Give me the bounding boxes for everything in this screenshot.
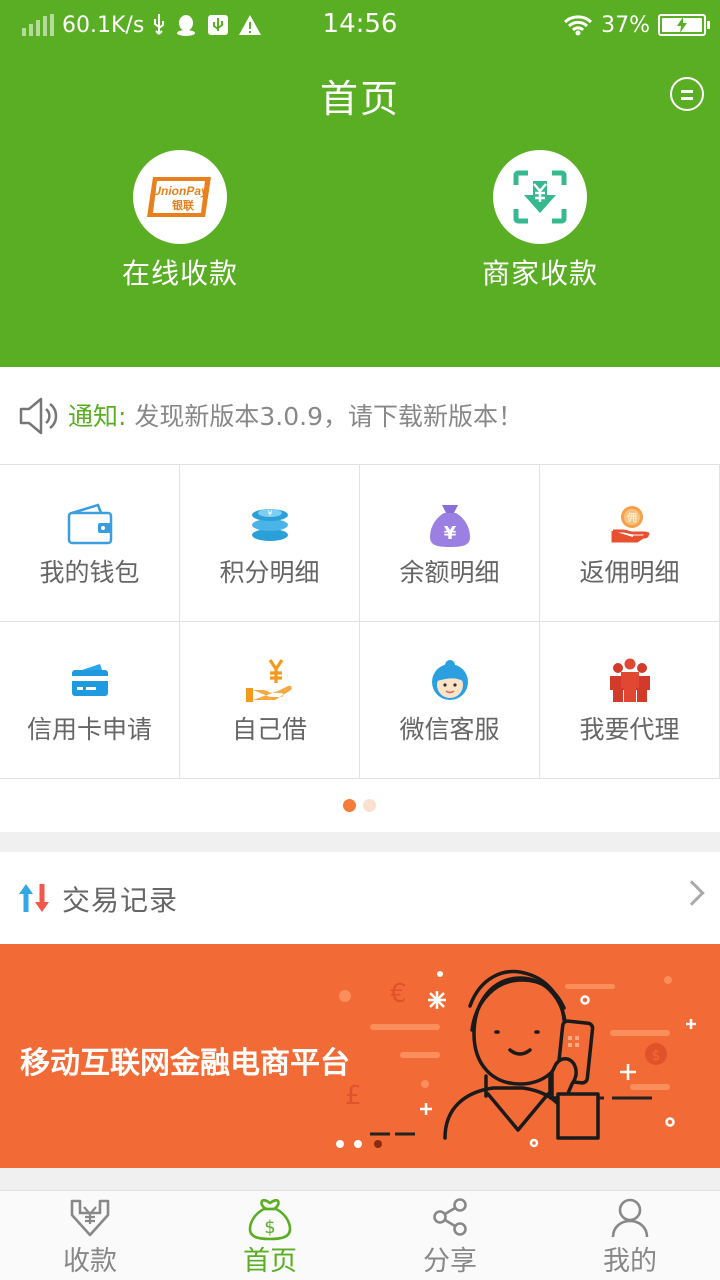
battery-percent: 37% (601, 12, 650, 38)
tab-label: 首页 (243, 1246, 297, 1277)
online-payment-label: 在线收款 (121, 257, 238, 290)
svg-text:¥: ¥ (267, 509, 272, 518)
grid-item-label: 微信客服 (399, 715, 500, 744)
qq-icon (177, 15, 196, 36)
svg-text:£: £ (345, 1081, 362, 1111)
grid-item-commission[interactable]: 佣 返佣明细 (540, 465, 720, 622)
grid-item-points[interactable]: ¥ 积分明细 (180, 465, 360, 622)
tab-mine[interactable]: 我的 (540, 1191, 720, 1280)
grid-item-label: 我的钱包 (39, 558, 140, 587)
net-speed: 60.1K/s (62, 12, 145, 38)
notice-label: 通知: (68, 402, 127, 431)
grid-item-service[interactable]: 微信客服 (360, 622, 540, 779)
svg-text:$: $ (264, 1217, 275, 1238)
svg-text:银联: 银联 (172, 198, 194, 212)
grid-item-label: 信用卡申请 (26, 715, 152, 744)
grid-item-label: 积分明细 (219, 558, 320, 587)
pager-dot[interactable] (363, 799, 376, 812)
grid-item-agent[interactable]: 我要代理 (540, 622, 720, 779)
notice-bar[interactable]: 通知: 发现新版本3.0.9，请下载新版本！ (0, 367, 720, 464)
svg-text:$: $ (652, 1048, 661, 1064)
merchant-payment-label: 商家收款 (481, 257, 598, 290)
agents-icon (609, 658, 650, 702)
scan-yen-icon (493, 150, 587, 244)
tab-label: 我的 (603, 1246, 657, 1277)
loan-hand-icon (245, 659, 292, 702)
usb-debug-icon (208, 15, 229, 35)
svg-text:UnionPay: UnionPay (152, 184, 209, 198)
tab-share[interactable]: 分享 (360, 1191, 540, 1280)
grid-item-credit-card[interactable]: 信用卡申请 (0, 622, 180, 779)
home-money-icon: $ (248, 1198, 292, 1241)
notice-message: 发现新版本3.0.9，请下载新版本！ (134, 402, 524, 431)
grid-item-balance[interactable]: ¥ 余额明细 (360, 465, 540, 622)
grid-item-label: 返佣明细 (579, 558, 680, 587)
tab-home[interactable]: $ 首页 (180, 1191, 360, 1280)
receive-icon (70, 1199, 110, 1237)
unionpay-icon: UnionPay 银联 (133, 150, 227, 244)
status-bar: 60.1K/s 14:56 37% (0, 0, 720, 50)
battery-icon (658, 14, 710, 36)
transaction-records-label: 交易记录 (62, 884, 179, 917)
customer-service-icon (431, 660, 468, 700)
bottom-tab-bar: 收款 $ 首页 分享 我的 (0, 1190, 720, 1280)
tab-label: 收款 (63, 1246, 117, 1277)
share-icon (433, 1198, 467, 1236)
user-icon (611, 1198, 649, 1238)
warning-icon (239, 15, 262, 35)
pager-dot-active[interactable] (343, 799, 356, 812)
grid-item-label: 余额明细 (399, 558, 500, 587)
tab-label: 分享 (423, 1246, 477, 1277)
credit-card-icon (71, 664, 108, 696)
online-payment-button[interactable]: UnionPay 银联 在线收款 (80, 150, 280, 292)
tab-receive[interactable]: 收款 (0, 1191, 180, 1280)
header-area: 60.1K/s 14:56 37% 首页 UnionPay 银联 在线收款 商家… (0, 0, 720, 367)
refresh-arrows-icon (19, 884, 49, 912)
money-bag-icon: ¥ (429, 505, 470, 547)
clock: 14:56 (322, 9, 398, 39)
grid-item-label: 自己借 (231, 715, 307, 744)
svg-text:€: € (390, 979, 407, 1009)
coins-icon: ¥ (251, 509, 288, 541)
signal-icon (22, 14, 54, 36)
speaker-icon (19, 397, 58, 435)
svg-text:佣: 佣 (627, 512, 637, 524)
transaction-records-row[interactable]: 交易记录 (0, 852, 720, 944)
wallet-icon (67, 503, 112, 545)
banner-slogan: 移动互联网金融电商平台 (20, 1046, 350, 1081)
function-grid: 我的钱包 ¥ 积分明细 ¥ 余额明细 佣 返佣明细 信用卡申请 自己借 微信客服 (0, 464, 720, 779)
svg-text:¥: ¥ (443, 523, 456, 544)
merchant-payment-button[interactable]: 商家收款 (440, 150, 640, 292)
home-screen: 60.1K/s 14:56 37% 首页 UnionPay 银联 在线收款 商家… (0, 0, 720, 1280)
wifi-icon (564, 15, 593, 36)
commission-icon: 佣 (611, 506, 650, 543)
usb-icon (154, 14, 165, 35)
pager-dots (0, 779, 720, 832)
grid-item-label: 我要代理 (579, 715, 680, 744)
grid-item-loan[interactable]: 自己借 (180, 622, 360, 779)
promo-banner[interactable]: € £ $ 移动互联网金融电商平台 (0, 944, 720, 1168)
message-button[interactable] (670, 77, 704, 111)
page-title: 首页 (319, 77, 400, 121)
chevron-right-icon (679, 880, 705, 906)
grid-item-wallet[interactable]: 我的钱包 (0, 465, 180, 622)
